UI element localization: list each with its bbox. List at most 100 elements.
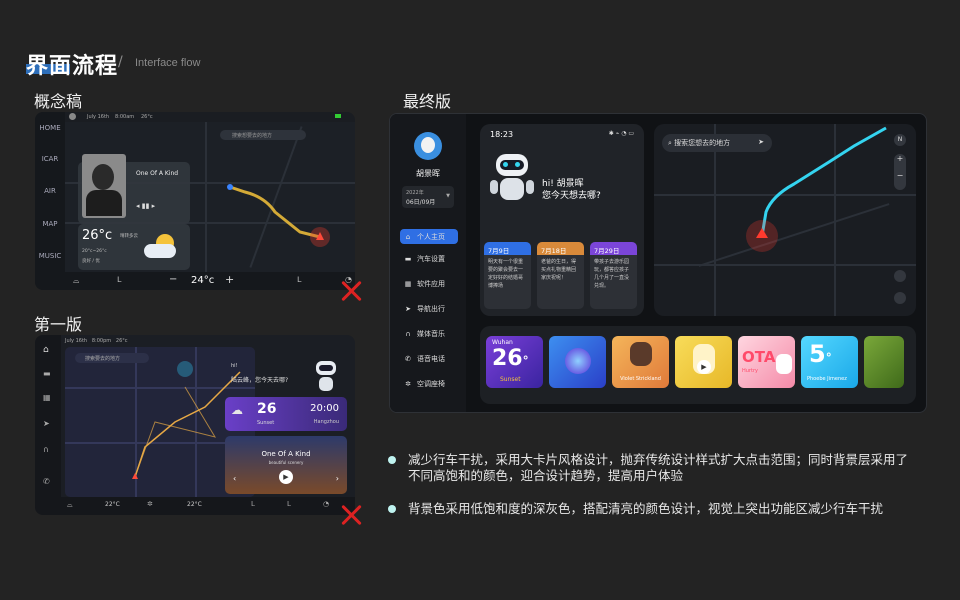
menu-label: 空调座椅: [417, 379, 445, 388]
menu-label: 软件应用: [417, 279, 445, 288]
concept-music-title: One Of A Kind: [136, 170, 179, 177]
concept-time: 8:00am: [115, 114, 135, 120]
phone-icon[interactable]: ✆: [43, 477, 50, 486]
play-button[interactable]: ▶: [279, 470, 293, 484]
menu-item-phone[interactable]: ✆ 语音电话: [400, 351, 458, 366]
apps-icon[interactable]: ▦: [43, 393, 51, 402]
robot-icon: [490, 154, 534, 214]
final-date-picker[interactable]: 2022年 06日/09月 ▼: [402, 186, 454, 208]
concept-nav-icar[interactable]: ICAR: [35, 155, 65, 163]
ac-plus-button[interactable]: +: [225, 273, 234, 286]
home-icon[interactable]: ⌂: [43, 345, 49, 355]
music-disc-icon: [565, 348, 591, 374]
menu-item-apps[interactable]: ▦ 软件应用: [400, 276, 458, 291]
locate-icon[interactable]: [894, 292, 906, 304]
play-icon: ▶: [697, 360, 711, 374]
final-username: 胡景晖: [416, 169, 440, 178]
avatar[interactable]: [414, 132, 442, 160]
concept-weather-temp: 26°c: [82, 228, 113, 243]
concept-date: July 16th: [87, 114, 110, 120]
app-partial-card[interactable]: [864, 336, 904, 388]
concept-weather-card[interactable]: 26°c 晴转多云 20°c~26°c 良好 / 优: [78, 224, 190, 270]
zoom-out-button[interactable]: −: [894, 171, 906, 180]
concept-nav-air[interactable]: AIR: [35, 187, 65, 195]
menu-item-navigation[interactable]: ➤ 导航出行: [400, 301, 458, 316]
app-ota-title: OTA: [742, 348, 776, 366]
memo-date: 7月29日: [590, 242, 637, 255]
menu-item-climate[interactable]: ✲ 空调座椅: [400, 376, 458, 391]
concept-temp: 26°c: [141, 114, 153, 120]
zoom-in-button[interactable]: +: [894, 154, 906, 163]
app-video-card[interactable]: ▶: [675, 336, 732, 388]
album-art: [82, 154, 126, 218]
final-search-input[interactable]: ⌕ 搜索您想去的地方 ➤: [662, 134, 772, 152]
search-icon: ⌕: [668, 139, 672, 147]
bullet-dot-icon: [388, 456, 396, 464]
app-weather-card[interactable]: Wuhan 26° Sunset: [486, 336, 543, 388]
section-final-label: 最终版: [403, 92, 452, 111]
app-weather2-card[interactable]: 5° Phoebe Jimenez: [801, 336, 858, 388]
menu-label: 媒体音乐: [417, 329, 445, 338]
concept-nav-map[interactable]: MAP: [35, 220, 65, 228]
concept-music-card[interactable]: One Of A Kind ◂ ▮▮ ▸: [78, 154, 190, 224]
heated-seat-icon[interactable]: ᒪ: [287, 500, 291, 508]
headphones-icon: ∩: [405, 329, 411, 338]
layers-icon[interactable]: [894, 270, 906, 282]
final-map[interactable]: ⌕ 搜索您想去的地方 ➤ N + −: [654, 124, 916, 316]
app-weather-label: Sunset: [500, 376, 521, 383]
first-music-card[interactable]: One Of A Kind beautiful scenery ‹ ▶ ›: [225, 436, 347, 494]
concept-screen: HOME ICAR AIR MAP MUSIC July 16th 8:00am…: [35, 112, 355, 290]
heated-seat-icon[interactable]: ᒪ: [297, 275, 301, 284]
concept-music-controls[interactable]: ◂ ▮▮ ▸: [136, 202, 155, 210]
menu-item-home[interactable]: ⌂ 个人主页: [400, 229, 458, 244]
degree-symbol: °: [522, 354, 529, 368]
bullet-text: 背景色采用低饱和度的深灰色，搭配清亮的颜色设计，视觉上突出功能区减少行车干扰: [408, 501, 884, 516]
menu-item-music[interactable]: ∩ 媒体音乐: [400, 326, 458, 341]
next-icon[interactable]: ›: [336, 474, 339, 483]
defrost-icon[interactable]: ⌓: [73, 276, 79, 286]
seat-icon[interactable]: ᒪ: [117, 275, 121, 284]
compass-icon[interactable]: N: [894, 134, 906, 146]
app-contact-card[interactable]: Violet Strickland: [612, 336, 669, 388]
section-concept-label: 概念稿: [34, 92, 83, 111]
app-weather-city: Wuhan: [492, 339, 513, 346]
memo-card[interactable]: 7月29日 带孩子去游乐园玩，都答应孩子几个月了一直没兑现。: [590, 242, 637, 309]
page-title: 界面流程: [26, 54, 119, 79]
concept-sidebar: HOME ICAR AIR MAP MUSIC: [35, 112, 65, 290]
first-weather-card[interactable]: ☁ 26 Sunset 20:00 Hangzhou: [225, 397, 347, 431]
app-music-card[interactable]: [549, 336, 606, 388]
title-separator: /: [118, 54, 123, 70]
navigation-icon[interactable]: ➤: [43, 419, 50, 428]
cloud-icon: [144, 244, 176, 258]
defrost-icon[interactable]: ⌓: [67, 501, 73, 510]
car-icon[interactable]: ◔: [323, 500, 329, 508]
final-route: [746, 126, 887, 252]
seat-icon[interactable]: ᒪ: [251, 500, 255, 508]
first-search-input[interactable]: 搜索要去的地方: [75, 353, 149, 363]
first-right-temp: 22°C: [187, 501, 202, 508]
memo-card[interactable]: 7月9日 明天有一个很重要的聚会要去一定好好的结婚哥博捧场: [484, 242, 531, 309]
car-icon[interactable]: ▬: [43, 369, 51, 378]
robot-icon: [313, 361, 339, 393]
memo-text: 明天有一个很重要的聚会要去一定好好的结婚哥博捧场: [488, 259, 524, 289]
first-weather-temp: 26: [257, 401, 277, 417]
concept-nav-home[interactable]: HOME: [35, 124, 65, 132]
previous-icon[interactable]: ‹: [233, 474, 236, 483]
concept-weather-range: 20°c~26°c: [82, 249, 107, 254]
headphones-icon[interactable]: ∩: [43, 445, 49, 454]
memo-card[interactable]: 7月18日 老爸的生日，得买点礼物重精回家庆祝呢！: [537, 242, 584, 309]
fan-icon[interactable]: ✲: [147, 500, 153, 508]
final-date: 06日/09月: [406, 199, 436, 206]
final-home-card[interactable]: 18:23 ✱ ⌁ ◔ ▭ hi! 胡景晖 您今天想去哪? 7月9日 明天有一个…: [480, 124, 644, 316]
concept-nav-music[interactable]: MUSIC: [35, 252, 65, 260]
final-year: 2022年: [406, 190, 424, 196]
final-apps-strip: Wuhan 26° Sunset Violet Strickland ▶ OTA…: [480, 326, 916, 404]
app-ota-card[interactable]: OTA Hurtry: [738, 336, 795, 388]
chevron-down-icon: ▼: [446, 193, 450, 199]
navigate-icon[interactable]: ➤: [758, 138, 764, 146]
menu-item-car-settings[interactable]: ▬ 汽车设置: [400, 251, 458, 266]
app-contact-name: Violet Strickland: [620, 376, 661, 382]
ac-minus-button[interactable]: −: [169, 274, 177, 285]
concept-search-input[interactable]: 搜索想要去的地方: [220, 130, 306, 140]
menu-label: 汽车设置: [417, 254, 445, 263]
